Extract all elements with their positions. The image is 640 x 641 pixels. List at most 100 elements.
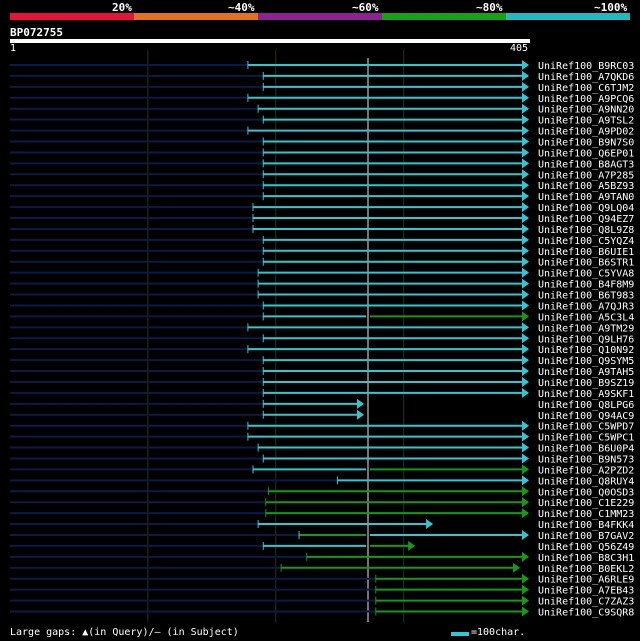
end-arrow [522, 595, 529, 606]
hit-label: UniRef100_A9PD02 [538, 127, 634, 138]
end-arrow [426, 519, 434, 530]
hit-label: UniRef100_A9SKF1 [538, 389, 634, 400]
end-arrow [522, 431, 529, 442]
end-arrow [522, 475, 529, 486]
hit-label: UniRef100_Q56Z49 [538, 542, 634, 553]
end-arrow [522, 333, 529, 344]
end-arrow [522, 529, 529, 540]
hit-label: UniRef100_A5BZ93 [538, 181, 634, 192]
hit-label: UniRef100_A7EB43 [538, 586, 634, 597]
hit-label: UniRef100_C5YQZ4 [538, 236, 634, 247]
end-arrow [522, 486, 529, 497]
hit-label: UniRef100_B4F8M9 [538, 280, 634, 291]
hit-label: UniRef100_Q9SYM5 [538, 356, 634, 367]
end-arrow [522, 136, 529, 147]
end-arrow [522, 213, 529, 224]
hit-label: UniRef100_A6RLE9 [538, 575, 634, 586]
hit-label: UniRef100_B6STR1 [538, 258, 634, 269]
hit-label: UniRef100_A2PZD2 [538, 465, 634, 476]
end-arrow [513, 562, 521, 573]
end-arrow [522, 245, 529, 256]
large-gaps-legend: Large gaps: ▲(in Query)/– (in Subject) [10, 627, 239, 638]
hit-label: UniRef100_Q6EP01 [538, 148, 634, 159]
hit-label: UniRef100_A9TAN0 [538, 192, 634, 203]
end-arrow [522, 344, 529, 355]
hit-label: UniRef100_C1E229 [538, 498, 634, 509]
end-arrow [522, 387, 529, 398]
end-arrow [522, 311, 529, 322]
end-arrow [522, 322, 529, 333]
hit-label: UniRef100_Q8LPG6 [538, 400, 634, 411]
hit-label: UniRef100_B6UIE1 [538, 247, 634, 258]
hit-label: UniRef100_A9TAH5 [538, 367, 634, 378]
hit-label: UniRef100_B8AGT3 [538, 159, 634, 170]
hit-label: UniRef100_A7QJR3 [538, 301, 634, 312]
hit-label: UniRef100_A5C3L4 [538, 312, 634, 323]
hit-label: UniRef100_A7P285 [538, 170, 634, 181]
end-arrow [522, 267, 529, 278]
hit-label: UniRef100_B6U0P4 [538, 444, 634, 455]
hit-label: UniRef100_B6T983 [538, 291, 634, 302]
hit-label: UniRef100_B4FKK4 [538, 520, 634, 531]
hit-label: UniRef100_B9N7S0 [538, 138, 634, 149]
end-arrow [522, 453, 529, 464]
hit-label: UniRef100_C6TJM2 [538, 83, 634, 94]
end-arrow [522, 180, 529, 191]
end-arrow [522, 420, 529, 431]
end-arrow [522, 464, 529, 475]
end-arrow [522, 60, 529, 70]
end-arrow [522, 223, 529, 234]
hit-label: UniRef100_B8C3H1 [538, 553, 634, 564]
hit-label: UniRef100_C5YVA8 [538, 269, 634, 280]
end-arrow [522, 366, 529, 377]
hit-label: UniRef100_Q0OSD3 [538, 487, 634, 498]
hit-label: UniRef100_C7ZAZ3 [538, 597, 634, 608]
hit-label: UniRef100_B7GAV2 [538, 531, 634, 542]
hit-label: UniRef100_C1MM23 [538, 509, 634, 520]
end-arrow [522, 497, 529, 508]
end-arrow [522, 103, 529, 114]
end-arrow [522, 289, 529, 300]
end-arrow [522, 256, 529, 267]
scale-bar [451, 632, 469, 636]
end-arrow [522, 114, 529, 125]
alignment-chart: UniRef100_B9RC03UniRef100_A7QKD6UniRef10… [10, 50, 634, 622]
end-arrow [522, 376, 529, 387]
hit-label: UniRef100_B9N573 [538, 454, 634, 465]
end-arrow [522, 125, 529, 136]
hit-label: UniRef100_A9PCQ6 [538, 94, 634, 105]
hit-label: UniRef100_Q8RUY4 [538, 476, 634, 487]
hit-label: UniRef100_Q10N92 [538, 345, 634, 356]
end-arrow [522, 551, 529, 562]
hit-label: UniRef100_Q94AC9 [538, 411, 634, 422]
end-arrow [408, 540, 416, 551]
hit-label: UniRef100_Q8L9Z8 [538, 225, 634, 236]
hit-label: UniRef100_C9SQR8 [538, 608, 634, 619]
hit-label: UniRef100_C5WPD7 [538, 422, 634, 433]
end-arrow [522, 147, 529, 158]
end-arrow [522, 169, 529, 180]
hit-label: UniRef100_A9TM29 [538, 323, 634, 334]
end-arrow [522, 442, 529, 453]
end-arrow [522, 606, 529, 617]
hit-label: UniRef100_B0EKL2 [538, 564, 634, 575]
hit-label: UniRef100_Q9LH76 [538, 334, 634, 345]
end-arrow [357, 409, 365, 420]
end-arrow [522, 234, 529, 245]
end-arrow [522, 81, 529, 92]
hit-label: UniRef100_Q9LQ04 [538, 203, 634, 214]
end-arrow [522, 202, 529, 213]
end-arrow [522, 278, 529, 289]
end-arrow [522, 584, 529, 595]
hit-label: UniRef100_A7QKD6 [538, 72, 634, 83]
end-arrow [522, 355, 529, 366]
end-arrow [522, 92, 529, 103]
end-arrow [522, 158, 529, 169]
end-arrow [522, 508, 529, 519]
end-arrow [522, 70, 529, 81]
end-arrow [357, 398, 365, 409]
end-arrow [522, 300, 529, 311]
hit-label: UniRef100_A9TSL2 [538, 116, 634, 127]
hit-label: UniRef100_B9SZ19 [538, 378, 634, 389]
hit-label: UniRef100_B9RC03 [538, 61, 634, 72]
